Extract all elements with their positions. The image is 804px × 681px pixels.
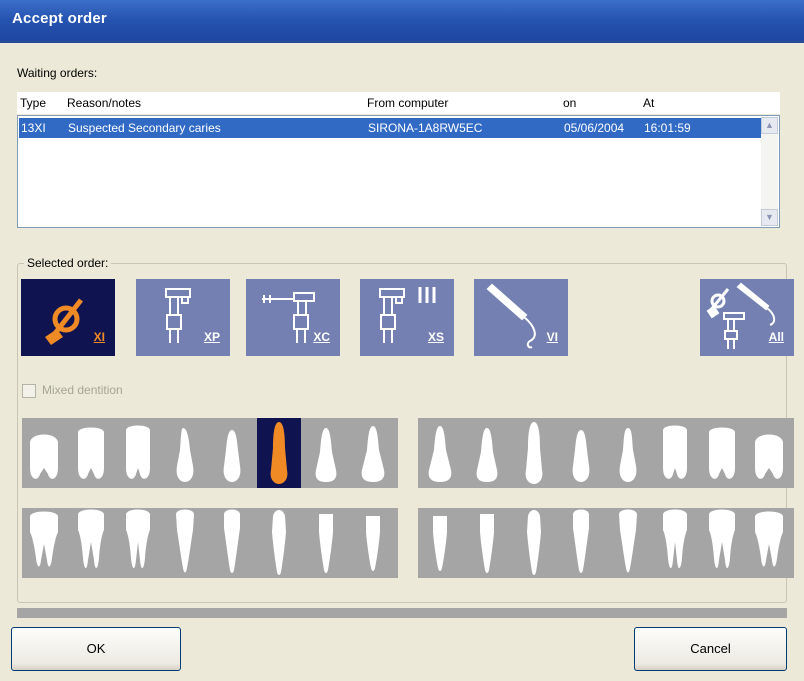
- tooth-molar[interactable]: [69, 508, 113, 578]
- tooth-canine[interactable]: [257, 508, 301, 578]
- tooth-premolar[interactable]: [606, 508, 650, 578]
- tooth-premolar[interactable]: [163, 508, 207, 578]
- tooth-premolar[interactable]: [163, 418, 207, 488]
- tooth-premolar[interactable]: [210, 508, 254, 578]
- tooth-canine[interactable]: [512, 418, 556, 488]
- tooth-incisor[interactable]: [351, 508, 395, 578]
- list-header: Type Reason/notes From computer on At: [17, 92, 780, 114]
- cell-reason: Suspected Secondary caries: [68, 121, 221, 135]
- tooth-molar[interactable]: [116, 508, 160, 578]
- upper-left-teeth: [418, 418, 794, 488]
- scroll-up-button[interactable]: ▲: [761, 117, 778, 134]
- tool-vi-label: VI: [546, 330, 558, 344]
- column-header-at[interactable]: At: [643, 96, 654, 110]
- checkbox-box[interactable]: [22, 384, 36, 398]
- tooth-molar[interactable]: [700, 508, 744, 578]
- tooth-molar[interactable]: [747, 418, 791, 488]
- tooth-incisor[interactable]: [304, 508, 348, 578]
- tool-all-button[interactable]: All: [700, 279, 794, 356]
- tooth-premolar[interactable]: [559, 508, 603, 578]
- waiting-orders-list[interactable]: 13XI Suspected Secondary caries SIRONA-1…: [17, 115, 780, 228]
- tooth-incisor[interactable]: [418, 508, 462, 578]
- lower-right-teeth: [22, 508, 398, 578]
- ok-button[interactable]: OK: [11, 627, 181, 671]
- intraoral-sensor-icon: [45, 298, 83, 345]
- tooth-molar[interactable]: [700, 418, 744, 488]
- tooth-incisor[interactable]: [465, 508, 509, 578]
- tooth-premolar[interactable]: [210, 418, 254, 488]
- tooth-premolar[interactable]: [606, 418, 650, 488]
- tooth-incisor[interactable]: [418, 418, 462, 488]
- panoramic-xray-icon: [165, 288, 191, 343]
- selected-order-label: Selected order:: [24, 256, 112, 270]
- tooth-molar[interactable]: [653, 508, 697, 578]
- column-header-on[interactable]: on: [563, 96, 576, 110]
- upper-right-teeth: [22, 418, 398, 488]
- tool-xi-button[interactable]: XI: [21, 279, 115, 356]
- cell-at: 16:01:59: [644, 121, 691, 135]
- tooth-canine[interactable]: [512, 508, 556, 578]
- column-header-reason[interactable]: Reason/notes: [67, 96, 141, 110]
- tool-xi-label: XI: [93, 330, 105, 344]
- cell-on: 05/06/2004: [564, 121, 625, 135]
- tooth-incisor[interactable]: [304, 418, 348, 488]
- tool-xc-button[interactable]: XC: [246, 279, 340, 356]
- tool-xp-button[interactable]: XP: [136, 279, 230, 356]
- tool-xs-label: XS: [427, 330, 444, 344]
- tooth-molar[interactable]: [22, 508, 66, 578]
- tooth-molar[interactable]: [747, 508, 791, 578]
- vertical-scrollbar[interactable]: ▲ ▼: [761, 117, 778, 226]
- separator-bar: [17, 608, 787, 618]
- tooth-molar[interactable]: [22, 418, 66, 488]
- tooth-incisor[interactable]: [465, 418, 509, 488]
- tool-xp-label: XP: [203, 330, 220, 344]
- cell-type: 13XI: [21, 121, 46, 135]
- intraoral-camera-icon: [486, 283, 536, 349]
- window-title: Accept order: [12, 10, 107, 27]
- tooth-molar[interactable]: [653, 418, 697, 488]
- tool-xc-label: XC: [313, 330, 330, 344]
- table-row[interactable]: 13XI Suspected Secondary caries SIRONA-1…: [19, 118, 776, 138]
- scroll-down-button[interactable]: ▼: [761, 209, 778, 226]
- multi-xray-icon: [379, 287, 436, 343]
- tool-all-label: All: [768, 330, 784, 344]
- lower-left-teeth: [418, 508, 794, 578]
- column-header-computer[interactable]: From computer: [367, 96, 448, 110]
- tooth-molar[interactable]: [116, 418, 160, 488]
- chevron-up-icon: ▲: [765, 120, 774, 130]
- column-header-type[interactable]: Type: [20, 96, 46, 110]
- cephalometric-xray-icon: [262, 292, 315, 343]
- tooth-premolar[interactable]: [559, 418, 603, 488]
- cancel-button[interactable]: Cancel: [634, 627, 787, 671]
- tooth-molar[interactable]: [69, 418, 113, 488]
- tool-vi-button[interactable]: VI: [474, 279, 568, 356]
- cell-computer: SIRONA-1A8RW5EC: [368, 121, 483, 135]
- all-devices-icon: [706, 282, 776, 349]
- tooth-incisor[interactable]: [351, 418, 395, 488]
- mixed-dentition-label: Mixed dentition: [42, 383, 123, 397]
- tooth-canine-selected[interactable]: [257, 418, 301, 488]
- title-bar[interactable]: Accept order: [0, 0, 804, 43]
- chevron-down-icon: ▼: [765, 212, 774, 222]
- waiting-orders-label: Waiting orders:: [17, 66, 98, 80]
- tool-xs-button[interactable]: XS: [360, 279, 454, 356]
